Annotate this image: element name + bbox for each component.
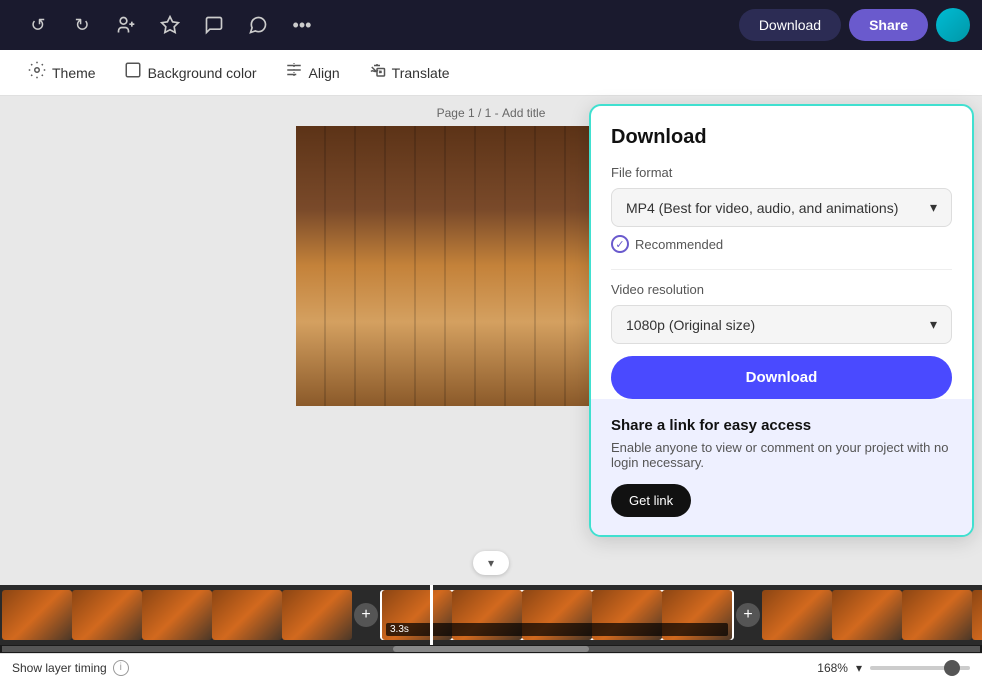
bottom-bar: Show layer timing i 168% ▾: [0, 653, 982, 681]
show-layer-section: Show layer timing i: [12, 660, 129, 676]
translate-label: Translate: [392, 65, 450, 81]
timeline-clip[interactable]: [2, 590, 72, 640]
undo-button[interactable]: ↺: [20, 7, 56, 43]
share-section: Share a link for easy access Enable anyo…: [591, 399, 972, 535]
expand-arrow[interactable]: ▾: [473, 551, 509, 575]
timeline-clip[interactable]: [762, 590, 832, 640]
bg-color-icon: [124, 61, 142, 84]
check-icon: ✓: [611, 235, 629, 253]
share-button[interactable]: Share: [849, 9, 928, 41]
selected-clip-group[interactable]: 3.3s: [380, 590, 734, 640]
video-resolution-label: Video resolution: [611, 282, 952, 297]
file-format-label: File format: [611, 165, 952, 180]
timeline-clip[interactable]: [72, 590, 142, 640]
page-label: Page 1 / 1 - Add title: [437, 106, 546, 120]
add-user-button[interactable]: [108, 7, 144, 43]
share-title: Share a link for easy access: [611, 417, 952, 434]
download-button-top[interactable]: Download: [739, 9, 841, 41]
scrollbar-track[interactable]: [2, 646, 980, 652]
video-resolution-select[interactable]: 1080p (Original size) ▾: [611, 305, 952, 344]
horizontal-scrollbar[interactable]: [0, 645, 982, 653]
timeline: + 3.3s + 3.2s: [0, 585, 982, 645]
recommended-label: Recommended: [635, 237, 723, 252]
redo-button[interactable]: ↻: [64, 7, 100, 43]
align-icon: [285, 61, 303, 84]
top-toolbar-left: ↺ ↻ •••: [20, 7, 320, 43]
clip-duration-1: 3.3s: [386, 623, 728, 636]
translate-icon: [368, 61, 386, 84]
timeline-clip[interactable]: [972, 590, 982, 640]
comment-button[interactable]: [196, 7, 232, 43]
more-button[interactable]: •••: [284, 7, 320, 43]
get-link-button[interactable]: Get link: [611, 484, 691, 517]
file-format-select[interactable]: MP4 (Best for video, audio, and animatio…: [611, 188, 952, 227]
translate-button[interactable]: Translate: [356, 55, 462, 90]
timeline-inner: + 3.3s + 3.2s: [0, 585, 982, 645]
zoom-section: 168% ▾: [817, 661, 970, 675]
info-icon[interactable]: i: [113, 660, 129, 676]
video-resolution-value: 1080p (Original size): [626, 317, 755, 333]
magic-button[interactable]: [152, 7, 188, 43]
zoom-handle[interactable]: [944, 660, 960, 676]
zoom-level: 168%: [817, 661, 848, 675]
add-clip-button-2[interactable]: +: [736, 603, 760, 627]
divider: [611, 269, 952, 270]
bg-color-button[interactable]: Background color: [112, 55, 269, 90]
timeline-clip[interactable]: [212, 590, 282, 640]
add-clip-button-1[interactable]: +: [354, 603, 378, 627]
bg-color-label: Background color: [148, 65, 257, 81]
theme-label: Theme: [52, 65, 96, 81]
file-format-value: MP4 (Best for video, audio, and animatio…: [626, 200, 898, 216]
theme-button[interactable]: Theme: [16, 55, 108, 90]
chevron-down-icon-2: ▾: [930, 316, 937, 333]
timeline-clip[interactable]: [832, 590, 902, 640]
download-panel: Download File format MP4 (Best for video…: [589, 104, 974, 537]
timeline-clip[interactable]: [282, 590, 352, 640]
chat-button[interactable]: [240, 7, 276, 43]
download-main-button[interactable]: Download: [611, 356, 952, 399]
timeline-clip[interactable]: [142, 590, 212, 640]
share-desc: Enable anyone to view or comment on your…: [611, 440, 952, 470]
theme-icon: [28, 61, 46, 84]
main-area: Page 1 / 1 - Add title: [0, 96, 982, 585]
recommended-badge: ✓ Recommended: [611, 235, 952, 253]
align-label: Align: [309, 65, 340, 81]
avatar[interactable]: [936, 8, 970, 42]
zoom-slider[interactable]: [870, 666, 970, 670]
clip-group-2: 3.2s: [762, 590, 982, 640]
zoom-dropdown-icon[interactable]: ▾: [856, 661, 862, 675]
top-toolbar: ↺ ↻ ••• Download Share: [0, 0, 982, 50]
align-button[interactable]: Align: [273, 55, 352, 90]
chevron-down-icon: ▾: [930, 199, 937, 216]
scrollbar-thumb[interactable]: [393, 646, 589, 652]
show-layer-label: Show layer timing: [12, 661, 107, 675]
download-panel-title: Download: [611, 126, 952, 149]
secondary-toolbar: Theme Background color Align Translate: [0, 50, 982, 96]
clip-group-1: [2, 590, 352, 640]
timeline-clip[interactable]: [902, 590, 972, 640]
timeline-scrubber[interactable]: [430, 585, 433, 645]
